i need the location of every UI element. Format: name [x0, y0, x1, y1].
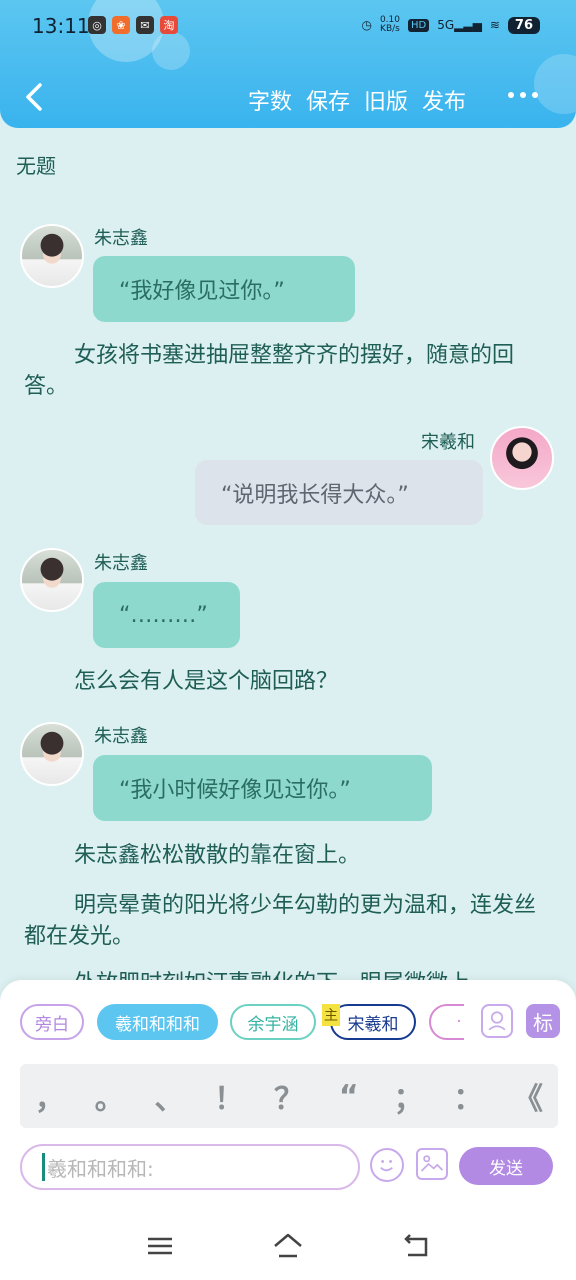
punct-key[interactable]: ， — [30, 1074, 70, 1118]
app-notification-icon: ◎ — [88, 16, 106, 34]
top-bar: 13:11 ◎ ❀ ✉ 淘 ◷ 0.10 KB/s HD 5G▂▃▅ ≋ 76 … — [0, 0, 576, 128]
back-icon[interactable] — [20, 80, 50, 114]
status-app-icons: ◎ ❀ ✉ 淘 — [88, 16, 178, 34]
chat-bubble[interactable]: “我好像见过你。” — [93, 256, 355, 322]
composer-panel: 旁白 羲和和和和 余宇涵 宋羲和 主 · 标 ， 。 、 ！ ？ “ ； ： 《… — [0, 980, 576, 1212]
hd-icon: HD — [407, 18, 430, 32]
narration-text[interactable]: 怎么会有人是这个脑回路？ — [24, 666, 544, 697]
main-role-tag: 主 — [322, 1004, 340, 1026]
speaker-name: 朱志鑫 — [94, 553, 148, 574]
avatar[interactable] — [20, 722, 84, 786]
avatar[interactable] — [20, 224, 84, 288]
tag-button[interactable]: 标 — [526, 1004, 560, 1038]
publish-button[interactable]: 发布 — [422, 84, 466, 116]
status-indicators: ◷ 0.10 KB/s HD 5G▂▃▅ ≋ 76 — [361, 16, 540, 34]
status-time: 13:11 — [32, 14, 90, 38]
decor-circle — [152, 32, 190, 70]
net-speed: 0.10 KB/s — [380, 16, 400, 34]
punctuation-bar: ， 。 、 ！ ？ “ ； ： 《 — [20, 1064, 558, 1128]
avatar[interactable] — [490, 426, 554, 490]
signal-icon: 5G▂▃▅ — [437, 18, 482, 32]
chat-bubble[interactable]: “说明我长得大众。” — [195, 460, 483, 525]
role-chip[interactable]: 宋羲和 — [330, 1004, 416, 1040]
signal-label: 5G — [437, 18, 455, 32]
menu-icon[interactable] — [142, 1230, 178, 1262]
old-version-button[interactable]: 旧版 — [364, 84, 408, 116]
role-chip-list: 旁白 羲和和和和 余宇涵 宋羲和 主 · — [20, 1004, 464, 1042]
home-icon[interactable] — [270, 1230, 306, 1262]
punct-key[interactable]: 、 — [149, 1074, 189, 1118]
punct-key[interactable]: ： — [448, 1074, 488, 1118]
word-count-button[interactable]: 字数 — [248, 84, 292, 116]
punct-key[interactable]: ！ — [209, 1074, 249, 1118]
avatar[interactable] — [20, 548, 84, 612]
speaker-name: 朱志鑫 — [94, 726, 148, 747]
narration-text[interactable]: 朱志鑫松松散散的靠在窗上。 — [24, 840, 544, 871]
chat-bubble[interactable]: “………” — [93, 582, 240, 648]
input-placeholder: 羲和和和和: — [47, 1156, 154, 1181]
message-input[interactable]: 羲和和和和: — [20, 1144, 360, 1190]
net-speed-unit: KB/s — [380, 24, 400, 34]
punct-key[interactable]: ； — [388, 1074, 428, 1118]
speaker-name: 宋羲和 — [421, 432, 475, 453]
taobao-icon: 淘 — [160, 16, 178, 34]
role-chip-active[interactable]: 羲和和和和 — [97, 1004, 218, 1040]
role-chip-narrator[interactable]: 旁白 — [20, 1004, 84, 1040]
punct-key[interactable]: “ — [329, 1079, 369, 1114]
back-nav-icon[interactable] — [398, 1230, 434, 1262]
app-notification-icon: ❀ — [112, 16, 130, 34]
text-caret — [42, 1153, 45, 1181]
narration-text[interactable]: 明亮晕黄的阳光将少年勾勒的更为温和，连发丝都在发光。 — [24, 890, 544, 952]
more-icon[interactable] — [508, 92, 538, 98]
punct-key[interactable]: ？ — [269, 1074, 309, 1118]
role-chip[interactable]: 余宇涵 — [230, 1004, 316, 1040]
image-icon[interactable] — [416, 1148, 448, 1180]
alarm-icon: ◷ — [361, 18, 372, 32]
role-manage-icon[interactable] — [481, 1004, 513, 1038]
wechat-icon: ✉ — [136, 16, 154, 34]
speaker-name: 朱志鑫 — [94, 228, 148, 249]
decor-circle — [534, 54, 576, 114]
chat-bubble[interactable]: “我小时候好像见过你。” — [93, 755, 432, 821]
battery-icon: 76 — [507, 16, 540, 34]
document-title[interactable]: 无题 — [16, 150, 56, 179]
narration-text[interactable]: 女孩将书塞进抽屉整整齐齐的摆好，随意的回答。 — [24, 340, 544, 402]
punct-key[interactable]: 。 — [90, 1074, 130, 1118]
emoji-icon[interactable] — [370, 1148, 404, 1182]
role-chip[interactable]: · — [429, 1004, 464, 1040]
wifi-icon: ≋ — [489, 18, 500, 32]
send-button[interactable]: 发送 — [459, 1147, 553, 1185]
save-button[interactable]: 保存 — [306, 84, 350, 116]
system-nav-bar — [0, 1212, 576, 1280]
header-actions: 字数 保存 旧版 发布 — [248, 84, 466, 116]
punct-key[interactable]: 《 — [508, 1074, 548, 1118]
